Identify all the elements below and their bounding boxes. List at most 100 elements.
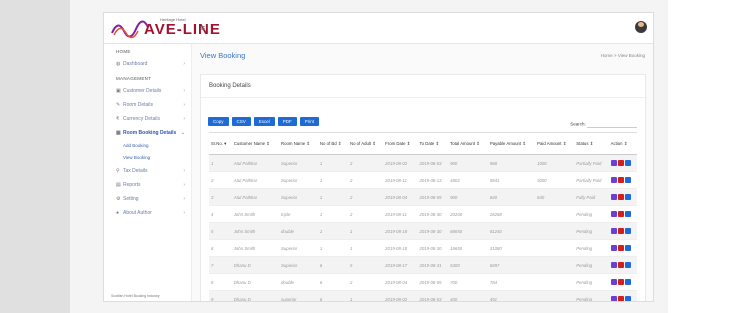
table-cell: 400 bbox=[448, 290, 488, 301]
table-cell bbox=[535, 239, 575, 257]
table-cell: 5000 bbox=[535, 171, 575, 189]
table-cell: Superior bbox=[279, 188, 318, 206]
column-header[interactable]: Payable Amount ⇕ bbox=[487, 132, 536, 155]
column-header[interactable]: Customer Name ⇕ bbox=[231, 132, 280, 155]
edit-icon[interactable] bbox=[610, 194, 617, 200]
delete-icon[interactable] bbox=[617, 194, 624, 200]
table-cell: 1 bbox=[317, 222, 348, 240]
avatar[interactable] bbox=[635, 21, 647, 33]
delete-icon[interactable] bbox=[617, 160, 624, 166]
table-cell: 5841 bbox=[487, 171, 536, 189]
sidebar-item-label: Room Booking Details bbox=[123, 130, 177, 136]
tax-icon: ⚲ bbox=[116, 168, 120, 174]
edit-icon[interactable] bbox=[610, 262, 617, 268]
sidebar-item-setting[interactable]: ⚙ Setting › bbox=[104, 192, 191, 206]
view-icon[interactable] bbox=[624, 228, 631, 234]
column-header[interactable]: Action ⇕ bbox=[608, 132, 637, 155]
view-icon[interactable] bbox=[624, 211, 631, 217]
column-header[interactable]: No of Bd ⇕ bbox=[317, 132, 348, 155]
action-cell bbox=[608, 256, 637, 274]
table-cell: 2019-08-11 bbox=[383, 205, 418, 223]
breadcrumb[interactable]: Home > View Booking bbox=[601, 53, 645, 58]
chevron-right-icon: › bbox=[183, 182, 185, 188]
column-header[interactable]: Total Amount ⇕ bbox=[448, 132, 488, 155]
edit-icon[interactable] bbox=[610, 279, 617, 285]
action-cell bbox=[608, 239, 637, 257]
table-cell: 2019-08-05 bbox=[417, 273, 449, 291]
table-cell: Pending bbox=[574, 239, 609, 257]
sidebar-heading-management: MANAGEMENT bbox=[116, 76, 152, 81]
search-input[interactable] bbox=[587, 121, 637, 128]
column-header[interactable]: Sr.No. ▾ bbox=[209, 132, 232, 155]
delete-icon[interactable] bbox=[617, 228, 624, 234]
edit-icon[interactable] bbox=[610, 245, 617, 251]
edit-icon[interactable] bbox=[610, 211, 617, 217]
delete-icon[interactable] bbox=[617, 177, 624, 183]
sidebar-item-about-author[interactable]: ● About Author › bbox=[104, 206, 191, 220]
table-cell: 9 bbox=[209, 290, 232, 301]
table-cell: 26268 bbox=[487, 205, 536, 223]
table-cell: Superior bbox=[279, 154, 318, 172]
chevron-right-icon: › bbox=[183, 196, 185, 202]
sidebar-item-room-details[interactable]: ✎ Room Details › bbox=[104, 98, 191, 112]
table-cell: 2019-08-03 bbox=[417, 290, 449, 301]
column-header[interactable]: Paid Amount ⇕ bbox=[535, 132, 575, 155]
copy-button[interactable]: Copy bbox=[208, 117, 229, 126]
print-button[interactable]: Print bbox=[299, 117, 320, 126]
sidebar-subitem-view-booking[interactable]: View Booking bbox=[104, 152, 191, 164]
sidebar-subitem-add-booking[interactable]: Add Booking bbox=[104, 140, 191, 152]
column-header[interactable]: Room Name ⇕ bbox=[279, 132, 318, 155]
view-icon[interactable] bbox=[624, 279, 631, 285]
table-cell: 5300 bbox=[448, 256, 488, 274]
sidebar-item-customer-details[interactable]: ▣ Customer Details › bbox=[104, 84, 191, 98]
view-icon[interactable] bbox=[624, 262, 631, 268]
action-cell bbox=[608, 273, 637, 291]
card-title: Booking Details bbox=[209, 83, 251, 89]
sidebar-item-room-booking-details[interactable]: ▦ Room Booking Details ⌄ bbox=[104, 126, 191, 140]
table-cell: 6 bbox=[317, 273, 348, 291]
view-icon[interactable] bbox=[624, 194, 631, 200]
sidebar-item-currency-details[interactable]: ₹ Currency Details › bbox=[104, 112, 191, 126]
delete-icon[interactable] bbox=[617, 279, 624, 285]
table-cell: 2 bbox=[347, 273, 384, 291]
table-cell: 8 bbox=[209, 273, 232, 291]
column-header[interactable]: To Date ⇕ bbox=[417, 132, 449, 155]
table-cell: 840 bbox=[487, 188, 536, 206]
view-icon[interactable] bbox=[624, 177, 631, 183]
view-icon[interactable] bbox=[624, 245, 631, 251]
table-cell: 1 bbox=[209, 154, 232, 172]
table-cell: 1 bbox=[317, 171, 348, 189]
menu-toggle-icon[interactable]: ≡ bbox=[200, 23, 205, 33]
view-icon[interactable] bbox=[624, 160, 631, 166]
table-cell: 2 bbox=[347, 205, 384, 223]
sidebar-item-tax-details[interactable]: ⚲ Tax Details › bbox=[104, 164, 191, 178]
column-header[interactable]: No of Adult ⇕ bbox=[347, 132, 384, 155]
chevron-right-icon: › bbox=[183, 61, 185, 67]
view-icon[interactable] bbox=[624, 296, 631, 301]
column-header[interactable]: Status ⇕ bbox=[574, 132, 609, 155]
edit-icon[interactable] bbox=[610, 177, 617, 183]
sidebar-item-label: Customer Details bbox=[123, 88, 162, 94]
search-label: Search: bbox=[570, 121, 586, 127]
table-cell: superior bbox=[279, 290, 318, 301]
booking-details-card: Booking Details Copy CSV Excel PDF Print… bbox=[200, 74, 647, 301]
table-cell: Atul Pathkar bbox=[231, 154, 280, 172]
excel-button[interactable]: Excel bbox=[253, 117, 275, 126]
edit-icon[interactable] bbox=[610, 160, 617, 166]
table-cell: 840 bbox=[535, 188, 575, 206]
edit-icon[interactable] bbox=[610, 228, 617, 234]
delete-icon[interactable] bbox=[617, 262, 624, 268]
delete-icon[interactable] bbox=[617, 245, 624, 251]
sidebar-item-dashboard[interactable]: ◍ Dashboard › bbox=[104, 57, 191, 71]
edit-icon[interactable] bbox=[610, 296, 617, 301]
chevron-down-icon: ⌄ bbox=[180, 130, 185, 136]
delete-icon[interactable] bbox=[617, 211, 624, 217]
sidebar-item-reports[interactable]: ▤ Reports › bbox=[104, 178, 191, 192]
delete-icon[interactable] bbox=[617, 296, 624, 301]
pdf-button[interactable]: PDF bbox=[277, 117, 297, 126]
column-header[interactable]: From Date ⇕ bbox=[383, 132, 418, 155]
sidebar-heading-home: HOME bbox=[116, 49, 131, 54]
table-cell: 1 bbox=[347, 222, 384, 240]
table-cell: 2019-08-18 bbox=[383, 239, 418, 257]
csv-button[interactable]: CSV bbox=[231, 117, 251, 126]
